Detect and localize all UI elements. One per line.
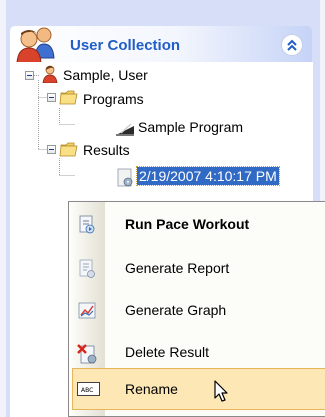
- menu-item-label: Delete Result: [125, 344, 210, 360]
- users-icon: [13, 25, 61, 65]
- menu-item-label: Run Pace Workout: [125, 216, 250, 232]
- tree-node-label: Sample, User: [63, 67, 148, 83]
- tree-node-label: Programs: [83, 91, 144, 107]
- context-menu: Run Pace Workout Generate Report Generat…: [68, 201, 325, 417]
- folder-icon: [59, 140, 79, 161]
- menu-item-label: Generate Report: [125, 260, 230, 276]
- menu-item-run-pace-workout[interactable]: Run Pace Workout: [69, 206, 325, 242]
- double-chevron-up-icon: [287, 39, 297, 51]
- menu-item-label: Generate Graph: [125, 302, 227, 318]
- tree-node-label: 2/19/2007 4:10:17 PM: [136, 166, 280, 186]
- tree-node-results[interactable]: Results: [11, 140, 211, 162]
- menu-item-generate-report[interactable]: Generate Report: [69, 250, 325, 286]
- folder-icon: [59, 88, 79, 109]
- panel-title: User Collection: [70, 37, 181, 54]
- collapse-toggle-icon[interactable]: [25, 71, 34, 80]
- collapse-toggle-icon[interactable]: [47, 93, 56, 102]
- graph-icon: [77, 301, 97, 321]
- delete-result-icon: [77, 343, 97, 364]
- menu-item-delete-result[interactable]: Delete Result: [69, 334, 325, 370]
- tree-node-user[interactable]: Sample, User: [11, 64, 211, 86]
- tree-node-result-selected[interactable]: 2/19/2007 4:10:17 PM: [11, 166, 311, 190]
- svg-text:ABC: ABC: [81, 387, 93, 394]
- tree-node-programs[interactable]: Programs: [11, 90, 211, 112]
- result-icon: [115, 168, 135, 191]
- tree-node-sample-program[interactable]: Sample Program: [11, 117, 271, 139]
- mouse-pointer-icon: [214, 380, 230, 407]
- program-icon: [115, 118, 135, 139]
- menu-item-label: Rename: [125, 381, 178, 397]
- report-icon: [77, 259, 97, 279]
- tree-node-label: Sample Program: [138, 119, 244, 135]
- user-icon: [41, 65, 59, 86]
- menu-item-rename[interactable]: ABC Rename: [69, 371, 325, 407]
- rename-icon: ABC: [77, 380, 100, 400]
- run-workout-icon: [77, 215, 97, 235]
- collapse-toggle-icon[interactable]: [47, 145, 56, 154]
- collapse-button[interactable]: [281, 34, 303, 56]
- tree-node-label: Results: [83, 142, 130, 158]
- menu-item-generate-graph[interactable]: Generate Graph: [69, 292, 325, 328]
